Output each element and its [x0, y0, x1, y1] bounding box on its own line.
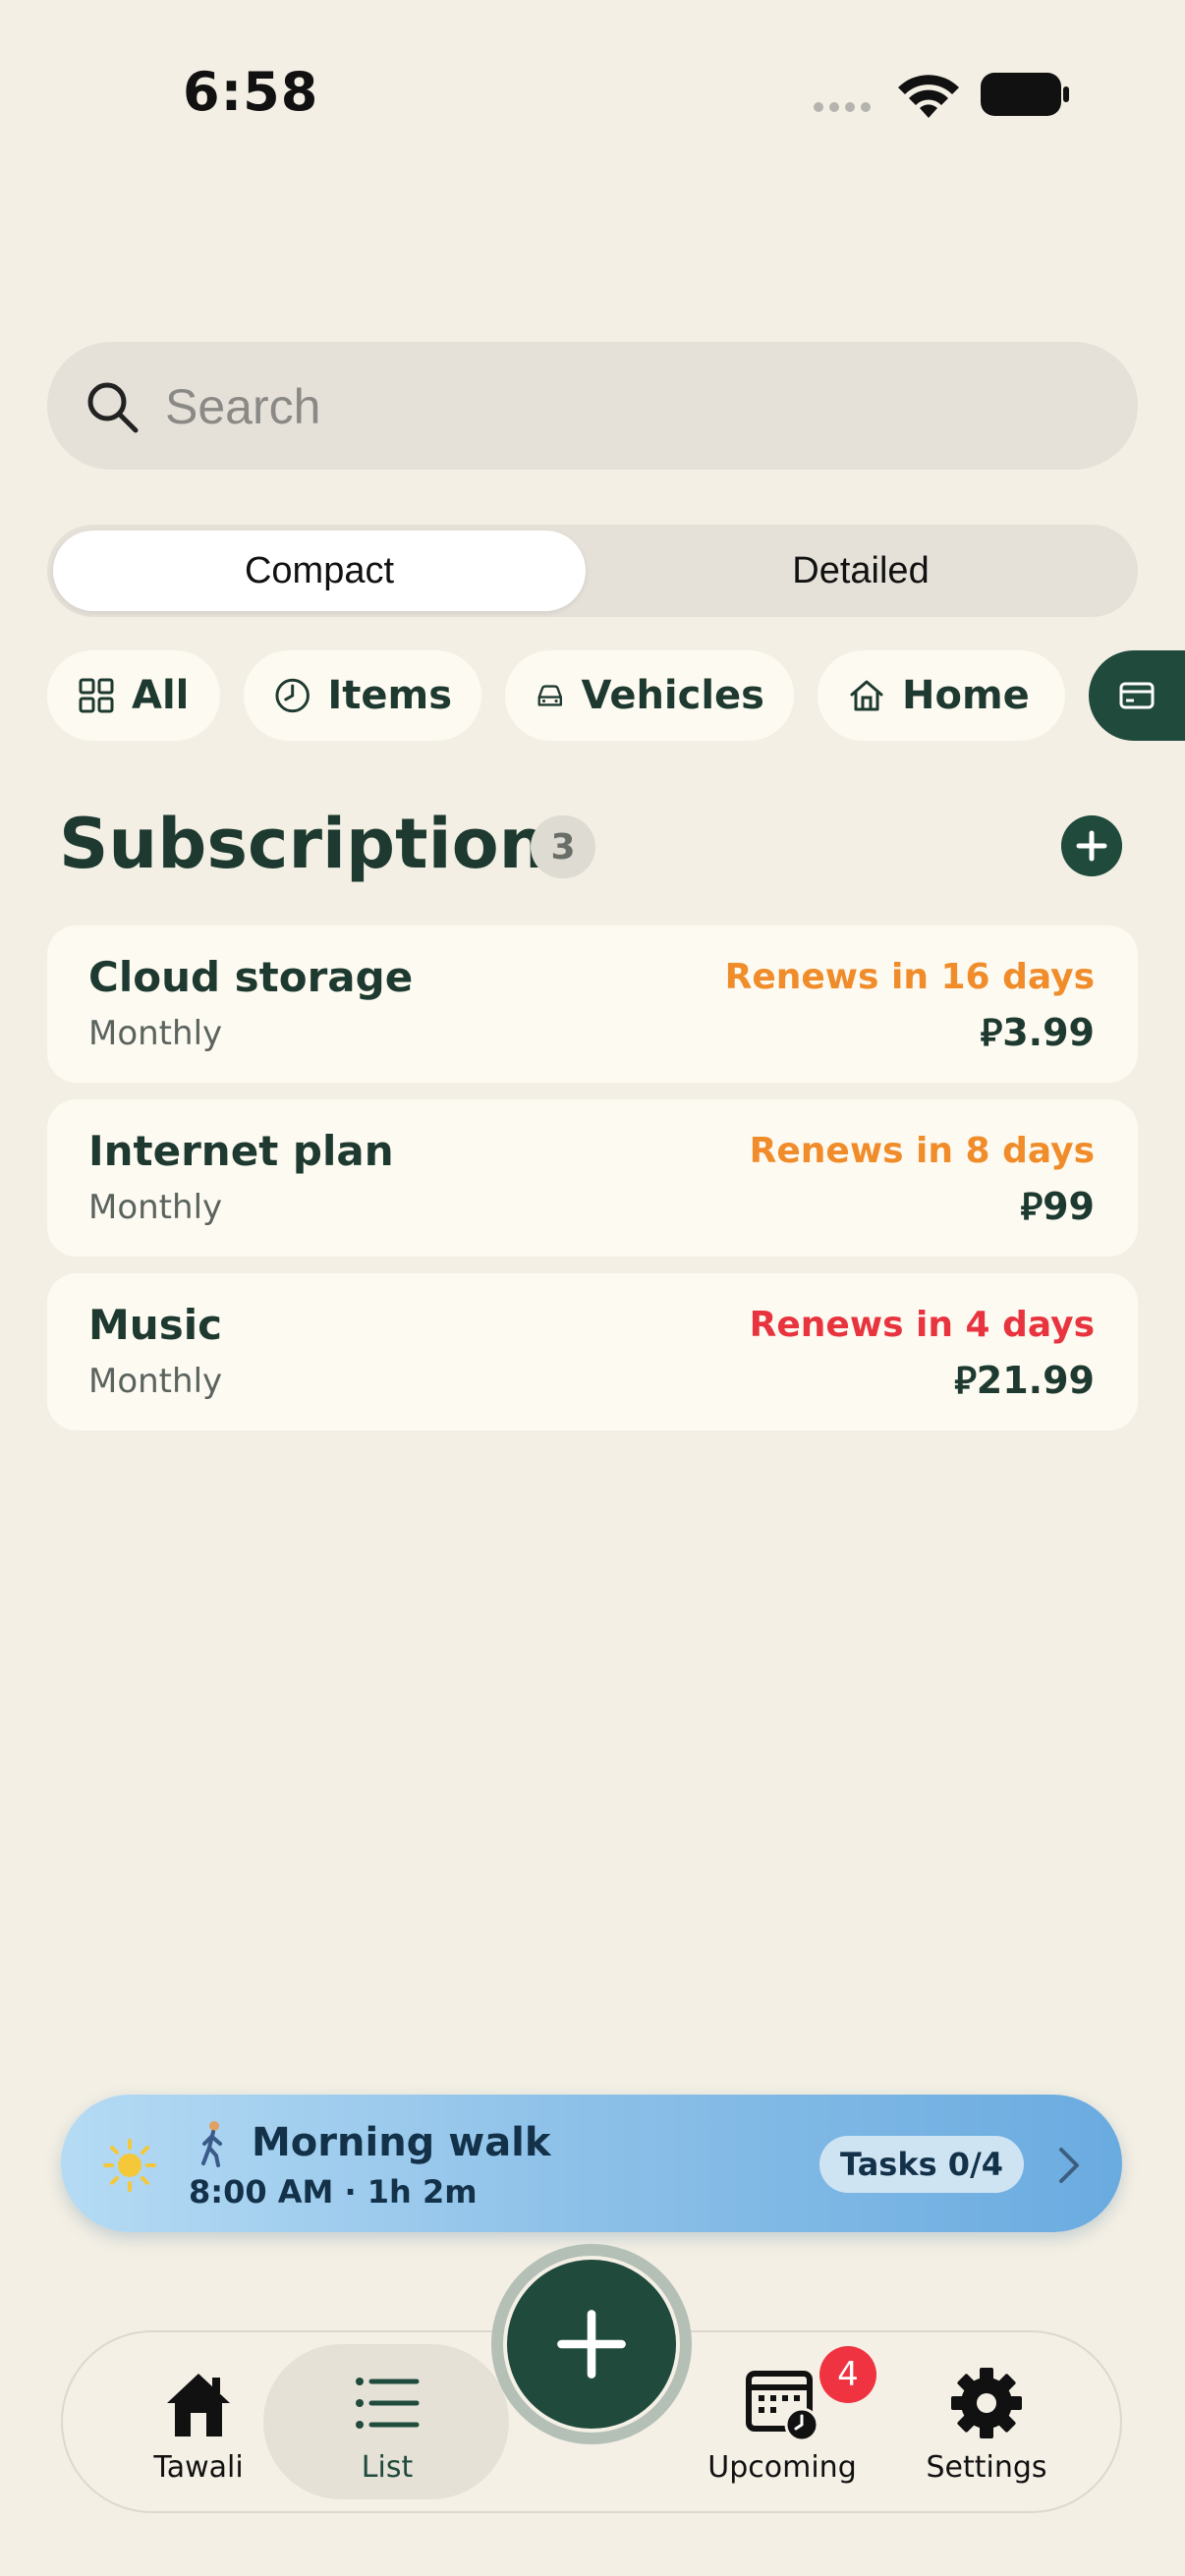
activity-time: 8:00 AM · 1h 2m: [189, 2173, 478, 2211]
search-icon: [87, 382, 139, 433]
subscription-name: Internet plan: [88, 1127, 394, 1175]
filter-chip-subscriptions[interactable]: [1089, 650, 1185, 741]
tab-label: List: [361, 2450, 414, 2485]
clock-icon: [275, 678, 310, 713]
detailed-toggle-button[interactable]: Detailed: [590, 531, 1132, 611]
filter-chip-label: Vehicles: [581, 673, 764, 718]
filter-chip-home[interactable]: Home: [818, 650, 1065, 741]
renewal-status: Renews in 4 days: [749, 1305, 1095, 1345]
tab-label: Tawali: [153, 2450, 244, 2485]
section-title: Subscriptions: [59, 804, 590, 884]
card-icon: [1119, 682, 1155, 709]
tab-tawali[interactable]: Tawali: [90, 2364, 307, 2492]
battery-icon: [981, 73, 1069, 116]
subscription-name: Cloud storage: [88, 953, 414, 1001]
signal-dots-icon: [814, 102, 871, 112]
house-icon: [850, 680, 883, 711]
activity-title: Morning walk: [252, 2120, 551, 2165]
renewal-status: Renews in 8 days: [749, 1131, 1095, 1171]
list-icon: [356, 2378, 420, 2429]
tasks-pill: Tasks 0/4: [819, 2136, 1024, 2193]
grid-icon: [79, 678, 114, 713]
status-time: 6:58: [183, 61, 319, 123]
filter-chip-items[interactable]: Items: [244, 650, 481, 741]
subscription-cycle: Monthly: [88, 1188, 223, 1227]
subscription-card[interactable]: [47, 1273, 1138, 1430]
add-fab-button[interactable]: [503, 2256, 680, 2433]
subscription-name: Music: [88, 1301, 222, 1349]
subscription-price: ⃁21.99: [954, 1359, 1095, 1402]
tab-label: Upcoming: [707, 2450, 857, 2485]
subscription-cycle: Monthly: [88, 1362, 223, 1401]
subscription-price: ⃁99: [1020, 1185, 1095, 1228]
car-icon: [537, 685, 562, 706]
notification-badge: 4: [819, 2346, 876, 2403]
tab-label: Settings: [926, 2450, 1047, 2485]
subscription-card[interactable]: [47, 1099, 1138, 1257]
search-input[interactable]: [163, 360, 1071, 454]
count-badge: 3: [531, 815, 595, 878]
filter-chip-vehicles[interactable]: Vehicles: [505, 650, 794, 741]
chevron-right-icon[interactable]: [1055, 2146, 1083, 2185]
subscription-card[interactable]: [47, 925, 1138, 1083]
calendar-clock-icon: [746, 2371, 819, 2442]
filter-chip-all[interactable]: All: [47, 650, 220, 741]
filter-chip-label: Home: [902, 673, 1030, 718]
tab-list[interactable]: List: [279, 2364, 495, 2492]
wifi-icon: [898, 75, 959, 118]
walking-person-icon: [201, 2121, 222, 2167]
subscription-cycle: Monthly: [88, 1014, 223, 1053]
compact-toggle-button[interactable]: Compact: [53, 531, 586, 611]
filter-chip-label: Items: [327, 673, 452, 718]
house-icon: [167, 2374, 230, 2436]
subscription-price: ⃁3.99: [980, 1011, 1095, 1054]
filter-chip-label: All: [132, 673, 190, 718]
tab-settings[interactable]: Settings: [878, 2364, 1095, 2492]
sun-icon: [103, 2139, 156, 2192]
add-subscription-button[interactable]: [1061, 815, 1122, 876]
gear-icon: [951, 2368, 1022, 2438]
renewal-status: Renews in 16 days: [724, 957, 1095, 997]
